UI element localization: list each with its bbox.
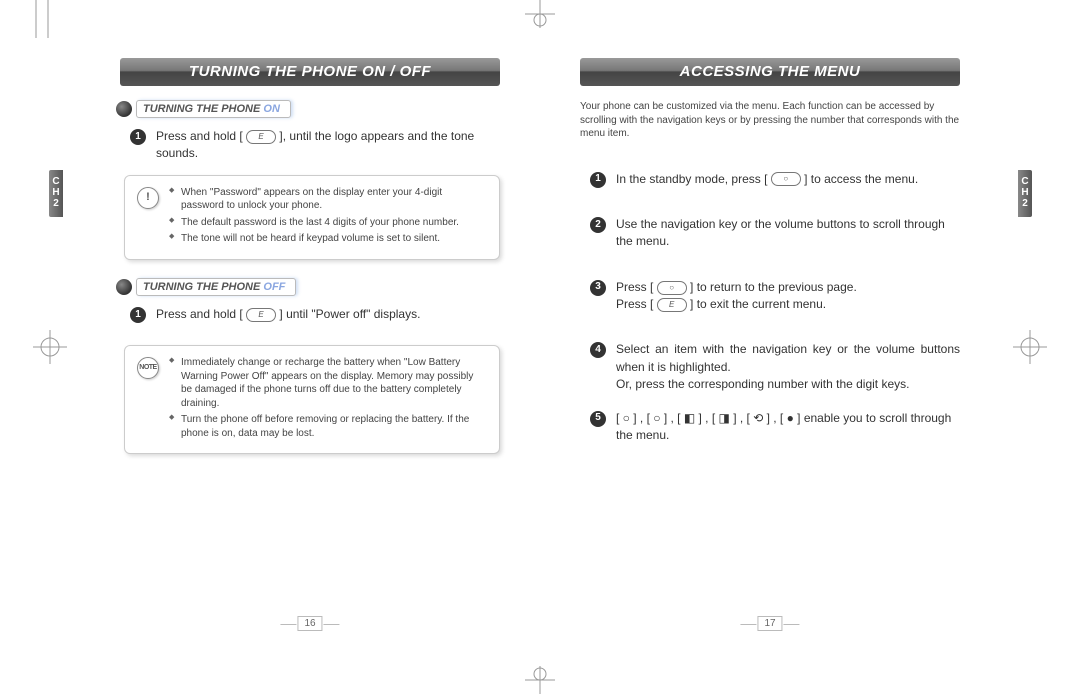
page-left: TURNING THE PHONE ON / OFF TURNING THE P… [80,40,540,634]
note-icon: NOTE [137,357,159,379]
menu-step-4-text: Select an item with the navigation key o… [616,341,960,393]
step-number-icon: 5 [590,411,606,427]
chapter-tab-text: C H 2 [1021,176,1028,209]
off-note-box: NOTE Immediately change or recharge the … [124,345,500,454]
menu-step-3: 3 Press [ ○ ] to return to the previous … [590,279,960,314]
chapter-tab-text: C H 2 [52,176,59,209]
off-step-1: 1 Press and hold [ E ] until "Power off"… [130,306,500,323]
subhead-off-label: TURNING THE PHONE OFF [136,278,296,296]
subhead-off-accent: OFF [263,281,285,293]
subhead-on-label: TURNING THE PHONE ON [136,100,291,118]
note-item: The tone will not be heard if keypad vol… [169,232,487,246]
step-number-icon: 1 [590,172,606,188]
end-key-icon: E [657,298,687,312]
menu-step-1-text: In the standby mode, press [ ○ ] to acce… [616,171,960,188]
page-number-right: 17 [757,616,782,631]
menu-step-2: 2 Use the navigation key or the volume b… [590,216,960,251]
menu-step-5: 5 [ ○ ] , [ ○ ] , [ ◧ ] , [ ◨ ] , [ ⟲ ] … [590,410,960,445]
on-note-box: ! When "Password" appears on the display… [124,175,500,260]
step-number-icon: 2 [590,217,606,233]
subhead-on: TURNING THE PHONE ON [116,100,500,118]
subhead-bullet-icon [116,279,132,295]
subhead-bullet-icon [116,101,132,117]
menu-step-4: 4 Select an item with the navigation key… [590,341,960,393]
chapter-tab-left: C H 2 [49,170,63,217]
page-right: ACCESSING THE MENU Your phone can be cus… [540,40,1000,634]
step-number-icon: 1 [130,307,146,323]
menu-step-1: 1 In the standby mode, press [ ○ ] to ac… [590,171,960,188]
menu-step-5-text: [ ○ ] , [ ○ ] , [ ◧ ] , [ ◨ ] , [ ⟲ ] , … [616,410,960,445]
off-step-1-text: Press and hold [ E ] until "Power off" d… [156,306,500,323]
page-spread: TURNING THE PHONE ON / OFF TURNING THE P… [80,40,1000,634]
off-note-list: Immediately change or recharge the batte… [169,356,487,443]
end-key-icon: E [246,308,276,322]
on-step-1-text: Press and hold [ E ], until the logo app… [156,128,500,163]
ok-key-icon: ○ [771,172,801,186]
note-item: Turn the phone off before removing or re… [169,413,487,440]
info-icon: ! [137,187,159,209]
header-left: TURNING THE PHONE ON / OFF [120,58,500,86]
step-number-icon: 4 [590,342,606,358]
subhead-off-main: TURNING THE PHONE [143,281,263,293]
on-step-1: 1 Press and hold [ E ], until the logo a… [130,128,500,163]
back-key-icon: ○ [657,281,687,295]
step-number-icon: 3 [590,280,606,296]
step-number-icon: 1 [130,129,146,145]
subhead-on-main: TURNING THE PHONE [143,103,263,115]
page-number-left: 16 [297,616,322,631]
note-item: The default password is the last 4 digit… [169,216,487,230]
subhead-on-accent: ON [263,103,280,115]
header-right: ACCESSING THE MENU [580,58,960,86]
note-item: Immediately change or recharge the batte… [169,356,487,410]
menu-step-3-text: Press [ ○ ] to return to the previous pa… [616,279,960,314]
intro-text: Your phone can be customized via the men… [580,100,960,141]
end-key-icon: E [246,130,276,144]
on-note-list: When "Password" appears on the display e… [169,186,487,249]
menu-step-2-text: Use the navigation key or the volume but… [616,216,960,251]
subhead-off: TURNING THE PHONE OFF [116,278,500,296]
chapter-tab-right: C H 2 [1018,170,1032,217]
note-item: When "Password" appears on the display e… [169,186,487,213]
